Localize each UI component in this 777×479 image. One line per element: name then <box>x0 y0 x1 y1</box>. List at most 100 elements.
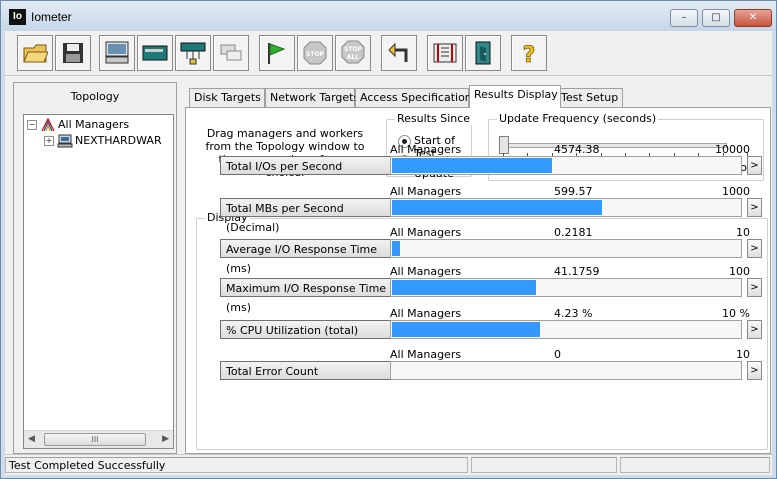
svg-text:STOP: STOP <box>344 46 363 53</box>
update-frequency-slider-thumb[interactable] <box>499 136 509 154</box>
toolbar: STOP STOP ALL? <box>5 31 772 76</box>
update-frequency-legend: Update Frequency (seconds) <box>497 112 659 125</box>
green-flag-icon <box>268 43 286 64</box>
start-disk-worker-button[interactable] <box>99 35 135 71</box>
tree-item-manager[interactable]: + NEXTHARDWAR <box>44 133 162 149</box>
iometer-window: Io Iometer – □ ✕ STOP STOP ALL? Topology −… <box>0 0 777 479</box>
title-bar[interactable]: Io Iometer – □ ✕ <box>1 1 776 31</box>
horizontal-scrollbar[interactable]: ◀ III ▶ <box>24 430 173 448</box>
computer-icon <box>57 134 73 148</box>
metric-button[interactable]: Total Error Count <box>220 361 392 380</box>
status-pane-3 <box>620 457 770 473</box>
metric-more-button[interactable]: > <box>747 278 762 297</box>
metric-bar <box>390 361 742 380</box>
tree-item-label: NEXTHARDWAR <box>75 134 162 147</box>
copy-worker-icon <box>220 44 242 61</box>
topology-title: Topology <box>70 90 120 103</box>
copy-worker-button[interactable] <box>213 35 249 71</box>
floppy-disk-icon <box>63 43 83 63</box>
metric-source-label: All Managers <box>390 265 462 278</box>
status-bar: Test Completed Successfully <box>5 454 772 475</box>
metric-value: 599.57 <box>554 185 593 198</box>
metric-value: 0 <box>554 348 561 361</box>
tab-disk-targets[interactable]: Disk Targets <box>189 88 265 107</box>
metric-button[interactable]: % CPU Utilization (total) <box>220 320 392 339</box>
folder-open-icon <box>23 44 48 63</box>
window-title: Iometer <box>31 10 72 24</box>
exit-button[interactable] <box>465 35 501 71</box>
svg-text:STOP: STOP <box>306 51 325 58</box>
network-workers-icon <box>180 42 206 65</box>
metric-source-label: All Managers <box>390 226 462 239</box>
reset-arrow-icon <box>388 42 408 62</box>
metric-button[interactable]: Maximum I/O Response Time (ms) <box>220 278 392 314</box>
collapse-icon[interactable]: − <box>27 120 37 130</box>
app-icon: Io <box>9 9 26 25</box>
maximize-icon: □ <box>711 12 721 23</box>
results-since-legend: Results Since <box>395 112 473 125</box>
metric-more-button[interactable]: > <box>747 361 762 380</box>
tab-access-specifications[interactable]: Access Specifications <box>355 88 478 107</box>
new-manager-button[interactable] <box>427 35 463 71</box>
metric-max: 10 <box>736 226 750 239</box>
status-text: Test Completed Successfully <box>5 457 468 473</box>
scroll-right-icon[interactable]: ▶ <box>162 434 169 444</box>
managers-icon <box>41 117 55 132</box>
stop-all-button[interactable]: STOP ALL <box>335 35 371 71</box>
manager-icon <box>433 43 457 63</box>
tree-item-all-managers[interactable]: − All Managers <box>27 117 129 133</box>
maximize-button[interactable]: □ <box>702 9 730 27</box>
minimize-button[interactable]: – <box>670 9 698 27</box>
stop-test-button[interactable]: STOP <box>297 35 333 71</box>
add-network-worker-button[interactable] <box>175 35 211 71</box>
start-network-worker-button[interactable] <box>137 35 173 71</box>
topology-tree[interactable]: − All Managers + NEXTHARDWAR ◀ III ▶ <box>23 114 174 449</box>
close-button[interactable]: ✕ <box>734 9 772 27</box>
metric-more-button[interactable]: > <box>747 198 762 217</box>
network-worker-icon <box>142 45 168 61</box>
update-frequency-track[interactable] <box>499 143 727 148</box>
status-pane-2 <box>471 457 617 473</box>
metric-bar <box>390 156 742 175</box>
stop-sign-icon: STOP <box>303 41 327 65</box>
metric-max: 10 <box>736 348 750 361</box>
scrollbar-thumb[interactable]: III <box>44 433 146 446</box>
tab-network-targets[interactable]: Network Targets <box>265 88 359 107</box>
tab-test-setup[interactable]: Test Setup <box>556 88 623 107</box>
metric-value: 0.2181 <box>554 226 593 239</box>
metric-button[interactable]: Total I/Os per Second <box>220 156 392 175</box>
about-button[interactable]: ? <box>511 35 547 71</box>
svg-text:ALL: ALL <box>347 54 359 61</box>
expand-icon[interactable]: + <box>44 136 54 146</box>
tab-results-display[interactable]: Results Display <box>469 85 561 108</box>
metric-button[interactable]: Average I/O Response Time (ms) <box>220 239 392 275</box>
tree-item-label: All Managers <box>58 118 130 131</box>
metric-more-button[interactable]: > <box>747 239 762 258</box>
metric-max: 10000 <box>715 143 750 156</box>
metric-more-button[interactable]: > <box>747 320 762 339</box>
save-config-button[interactable] <box>55 35 91 71</box>
exit-door-icon <box>475 41 491 65</box>
svg-text:?: ? <box>523 43 536 66</box>
question-mark-icon: ? <box>522 43 536 66</box>
metric-bar <box>390 278 742 297</box>
results-display-page: Drag managers and workers from the Topol… <box>185 107 771 454</box>
metric-value: 4.23 % <box>554 307 593 320</box>
topology-panel: Topology − All Managers + NEXTHARDWAR ◀ II… <box>13 82 177 454</box>
metric-value: 41.1759 <box>554 265 600 278</box>
metric-button[interactable]: Total MBs per Second (Decimal) <box>220 198 392 234</box>
open-config-button[interactable] <box>17 35 53 71</box>
metric-bar-fill <box>392 280 536 295</box>
minimize-icon: – <box>681 12 687 23</box>
scroll-left-icon[interactable]: ◀ <box>28 434 35 444</box>
metric-bar <box>390 198 742 217</box>
close-icon: ✕ <box>748 12 758 23</box>
metric-more-button[interactable]: > <box>747 156 762 175</box>
metric-value: 4574.38 <box>554 143 600 156</box>
reset-workers-button[interactable] <box>381 35 417 71</box>
disk-worker-icon <box>105 41 129 64</box>
metric-source-label: All Managers <box>390 143 462 156</box>
metric-bar-fill <box>392 241 400 256</box>
stop-all-icon: STOPALL <box>341 40 365 64</box>
start-tests-button[interactable] <box>259 35 295 71</box>
